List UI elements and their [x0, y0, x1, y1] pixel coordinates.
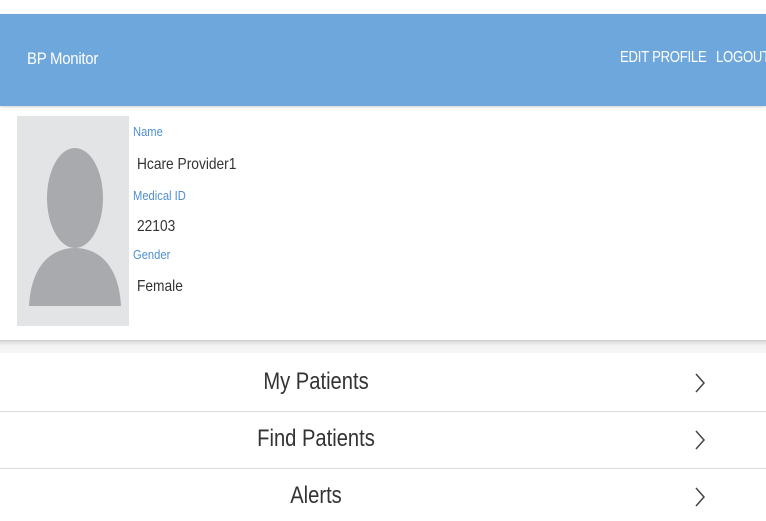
app-screen: BP Monitor EDIT PROFILE LOGOUT Name Hcar… — [0, 0, 766, 521]
name-value: Hcare Provider1 — [137, 156, 237, 173]
app-bar: BP Monitor EDIT PROFILE LOGOUT — [0, 14, 766, 106]
menu-item-label: My Patients — [263, 368, 369, 395]
logout-button[interactable]: LOGOUT — [716, 49, 766, 67]
gender-value: Female — [137, 278, 183, 295]
edit-profile-button[interactable]: EDIT PROFILE — [620, 49, 707, 67]
menu-item-my-patients[interactable]: My Patients — [0, 355, 766, 412]
section-divider — [0, 340, 766, 353]
app-title: BP Monitor — [27, 49, 99, 68]
chevron-right-icon — [695, 373, 705, 393]
medical-id-label: Medical ID — [133, 188, 186, 203]
gender-label: Gender — [133, 247, 171, 262]
chevron-right-icon — [695, 430, 705, 450]
menu-item-find-patients[interactable]: Find Patients — [0, 412, 766, 469]
chevron-right-icon — [695, 487, 705, 507]
name-label: Name — [133, 124, 163, 139]
menu-item-label: Alerts — [290, 482, 342, 509]
menu-item-label: Find Patients — [257, 425, 375, 452]
person-placeholder-icon — [17, 116, 129, 326]
menu-item-alerts[interactable]: Alerts — [0, 469, 766, 521]
medical-id-value: 22103 — [137, 218, 176, 235]
